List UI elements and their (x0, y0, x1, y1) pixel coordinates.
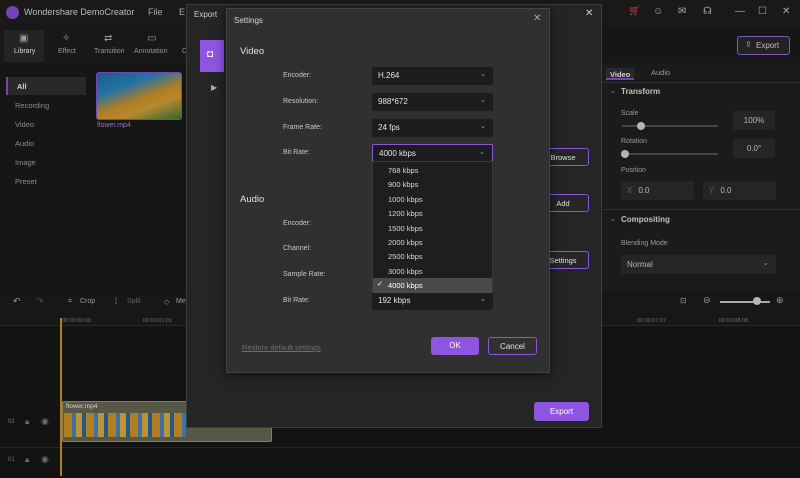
audio-section-heading: Audio (240, 194, 265, 205)
frame-rate-value: 24 fps (378, 123, 400, 132)
restore-defaults-link[interactable]: Restore default settings (242, 343, 321, 352)
resolution-value: 988*672 (378, 97, 408, 106)
bitrate-option-selected[interactable]: ✓ 4000 kbps (373, 278, 492, 293)
bitrate-option[interactable]: 1000 kbps (373, 192, 492, 206)
export-dialog-title: Export (194, 10, 218, 19)
youtube-icon[interactable]: ▶ (211, 83, 217, 92)
bitrate-option[interactable]: 900 kbps (373, 177, 492, 191)
close-icon[interactable]: ✕ (533, 13, 541, 24)
audio-bitrate-label: Bit Rate: (283, 297, 310, 304)
video-bitrate-value: 4000 kbps (379, 149, 416, 158)
frame-rate-label: Frame Rate: (283, 124, 322, 131)
video-encoder-label: Encoder: (283, 72, 312, 79)
chevron-down-icon: ⌄ (480, 123, 486, 130)
audio-encoder-label: Encoder: (283, 220, 312, 227)
sample-rate-label: Sample Rate: (283, 271, 326, 278)
export-confirm-button[interactable]: Export (534, 402, 589, 421)
resolution-select[interactable]: 988*672 ⌄ (372, 93, 493, 111)
cancel-button[interactable]: Cancel (488, 337, 537, 355)
resolution-label: Resolution: (283, 98, 319, 105)
audio-bitrate-value: 192 kbps (378, 296, 411, 305)
ok-button[interactable]: OK (431, 337, 479, 355)
bitrate-option-label: 4000 kbps (388, 281, 423, 291)
chevron-down-icon: ⌄ (480, 71, 486, 78)
video-encoder-select[interactable]: H.264 ⌄ (372, 67, 493, 85)
channel-label: Channel: (283, 245, 312, 252)
video-bitrate-label: Bit Rate: (283, 149, 310, 156)
checkmark-icon: ✓ (377, 281, 383, 289)
bitrate-option[interactable]: 2500 kbps (373, 249, 492, 263)
chevron-down-icon: ⌄ (480, 296, 486, 303)
frame-rate-select[interactable]: 24 fps ⌄ (372, 119, 493, 137)
bitrate-option[interactable]: 1500 kbps (373, 221, 492, 235)
bitrate-option[interactable]: 768 kbps (373, 163, 492, 177)
video-section-heading: Video (240, 46, 265, 57)
video-bitrate-select[interactable]: 4000 kbps ⌄ (372, 144, 493, 162)
video-encoder-value: H.264 (378, 71, 400, 80)
close-icon[interactable]: ✕ (585, 8, 593, 19)
bitrate-option[interactable]: 1200 kbps (373, 206, 492, 220)
bitrate-dropdown: 768 kbps 900 kbps 1000 kbps 1200 kbps 15… (372, 161, 493, 293)
settings-title: Settings (234, 16, 263, 25)
bitrate-option[interactable]: 3000 kbps (373, 264, 492, 278)
chevron-down-icon: ⌄ (480, 97, 486, 104)
app-window: Wondershare DemoCreator File E 🛒︎ ☺ ✉ ☊ … (0, 0, 800, 478)
chevron-down-icon: ⌄ (479, 149, 485, 156)
local-export-icon: ◘ (207, 49, 214, 60)
audio-bitrate-select[interactable]: 192 kbps ⌄ (372, 292, 493, 310)
bitrate-option[interactable]: 2000 kbps (373, 235, 492, 249)
